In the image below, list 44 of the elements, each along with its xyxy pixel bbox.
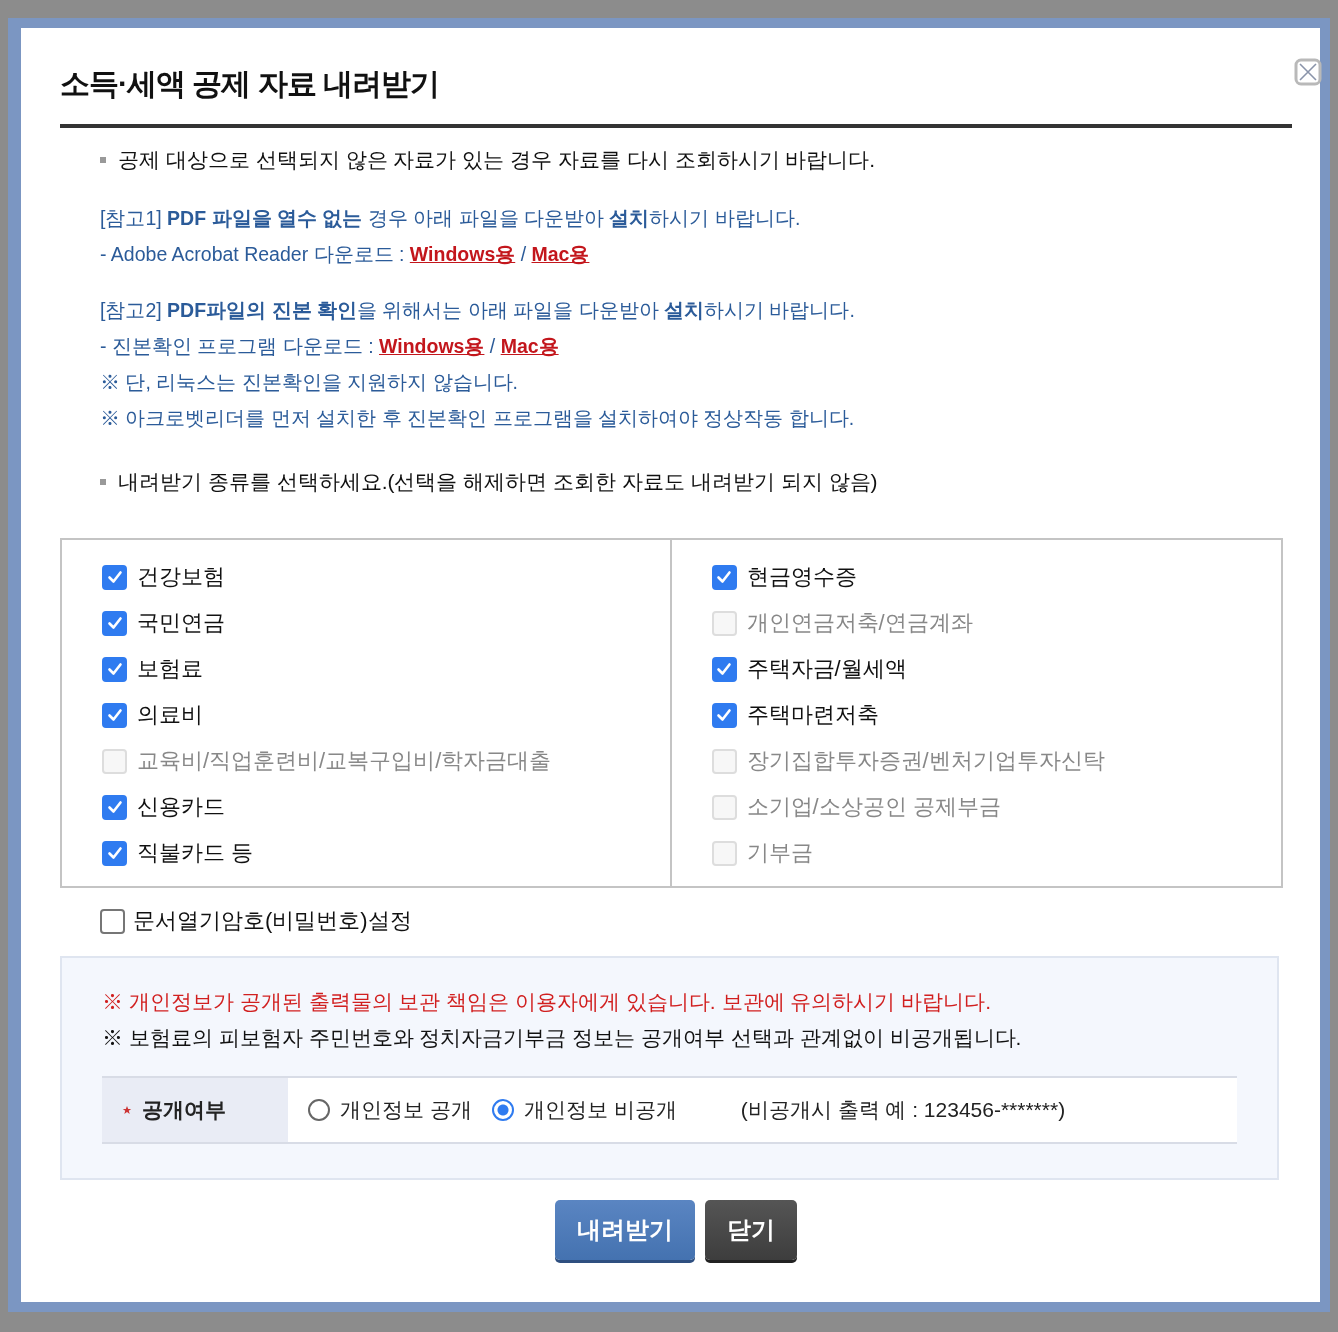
- check-icon: [105, 660, 124, 678]
- field-label: 공개여부: [142, 1097, 226, 1123]
- password-checkbox[interactable]: 문서열기암호(비밀번호)설정: [100, 906, 1292, 936]
- note-text: ※ 단, 리눅스는 진본확인을 지원하지 않습니다.: [100, 370, 519, 395]
- close-icon[interactable]: [1294, 58, 1322, 86]
- checkbox-option[interactable]: 직불카드 등: [102, 830, 630, 876]
- checkbox-option[interactable]: 의료비: [102, 692, 630, 738]
- download-link[interactable]: Mac용: [500, 335, 559, 357]
- warning-text: ※ 보험료의 피보험자 주민번호와 정치자금기부금 정보는 공개여부 선택과 관계없이 비공개됩니다.: [102, 1025, 1023, 1051]
- checkbox-option[interactable]: 현금영수증: [711, 554, 1241, 600]
- close-button[interactable]: 닫기: [705, 1200, 797, 1260]
- check-icon: [105, 844, 124, 862]
- hint-text: (비공개시 출력 예 : 123456-*******): [740, 1097, 1066, 1123]
- bullet-icon: [100, 157, 106, 163]
- download-link[interactable]: Windows용: [379, 335, 485, 357]
- note-text: - 진본확인 프로그램 다운로드 : Windows용 / Mac용: [100, 334, 560, 359]
- intro-text: 공제 대상으로 선택되지 않은 자료가 있는 경우 자료를 다시 조회하시기 바랍니다.: [118, 147, 876, 173]
- radio-option[interactable]: 개인정보 비공개: [491, 1096, 677, 1124]
- checkbox-option[interactable]: 보험료: [102, 646, 630, 692]
- checkbox-option[interactable]: 주택마련저축: [711, 692, 1241, 738]
- check-icon: [105, 614, 124, 632]
- prompt-text: 내려받기 종류를 선택하세요.(선택을 해제하면 조회한 자료도 내려받기 되지 않음): [118, 469, 878, 495]
- check-icon: [105, 706, 124, 724]
- check-icon: [715, 706, 733, 724]
- checkbox-option[interactable]: 국민연금: [102, 600, 630, 646]
- check-icon: [105, 568, 124, 586]
- required-icon: [122, 1105, 132, 1115]
- note-text: - Adobe Acrobat Reader 다운로드 : Windows용 / Mac용: [100, 242, 591, 267]
- note-text: [참고1] PDF 파일을 열수 없는 경우 아래 파일을 다운받아 설치하시기 바랍니다.: [100, 206, 802, 231]
- bullet-icon: [100, 479, 106, 485]
- checkbox-option[interactable]: 주택자금/월세액: [711, 646, 1241, 692]
- check-icon: [715, 568, 733, 586]
- check-icon: [715, 660, 733, 678]
- note-text: [참고2] PDF파일의 진본 확인을 위해서는 아래 파일을 다운받아 설치하시기 바랍니다.: [100, 298, 856, 323]
- note-text: ※ 아크로벳리더를 먼저 설치한 후 진본확인 프로그램을 설치하여야 정상작동 합니다.: [100, 406, 856, 431]
- checkbox-option[interactable]: 건강보험: [102, 554, 630, 600]
- checkbox-option[interactable]: 신용카드: [102, 784, 630, 830]
- download-link[interactable]: Windows용: [409, 243, 516, 265]
- dialog-title: 소득·세액 공제 자료 내려받기: [60, 66, 439, 102]
- warning-text: ※ 개인정보가 공개된 출력물의 보관 책임은 이용자에게 있습니다. 보관에 유의하시기 바랍니다.: [102, 989, 992, 1015]
- check-icon: [105, 798, 124, 816]
- download-link[interactable]: Mac용: [531, 243, 590, 265]
- radio-option[interactable]: 개인정보 공개: [308, 1096, 472, 1124]
- download-button[interactable]: 내려받기: [555, 1200, 695, 1260]
